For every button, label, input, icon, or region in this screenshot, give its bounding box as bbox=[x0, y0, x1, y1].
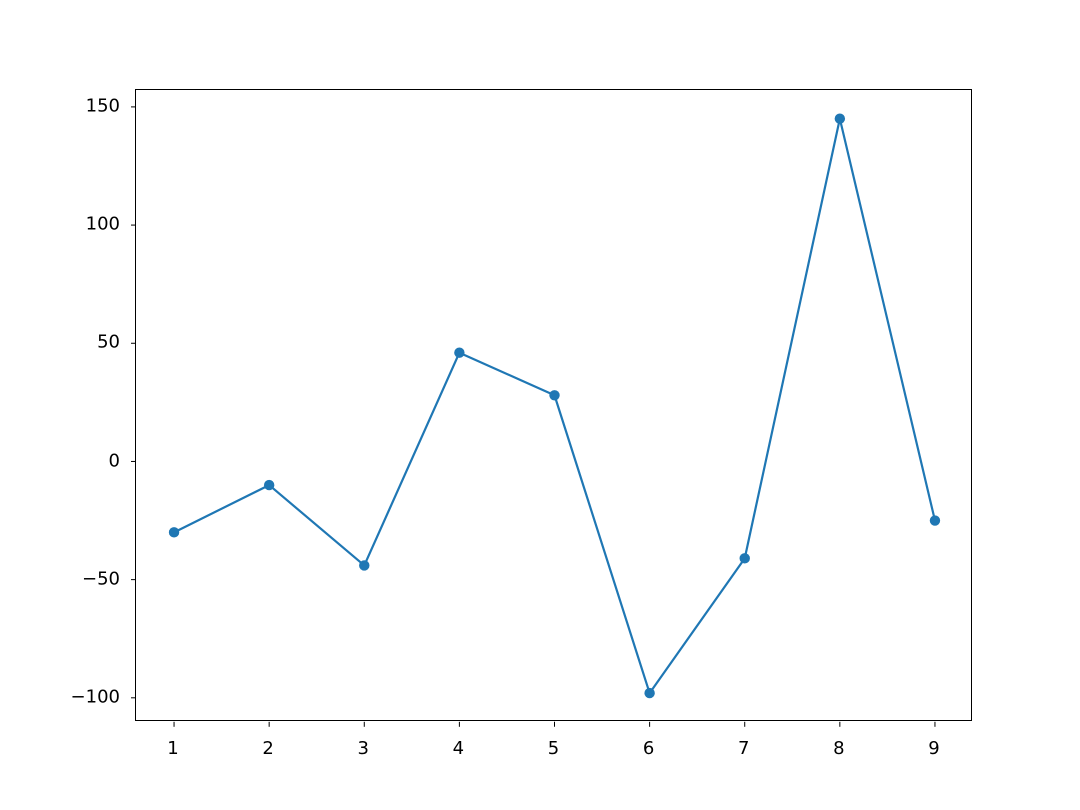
x-tick-label: 2 bbox=[262, 738, 273, 759]
data-point bbox=[930, 515, 940, 525]
y-tick-label: −50 bbox=[82, 568, 120, 589]
data-point bbox=[454, 348, 464, 358]
x-tick-label: 7 bbox=[738, 738, 749, 759]
y-tick-label: −100 bbox=[71, 686, 120, 707]
x-tick-label: 1 bbox=[167, 738, 178, 759]
y-tick-label: 50 bbox=[97, 332, 120, 353]
figure: 1 2 3 4 5 6 7 8 9 −100 −50 0 50 100 150 bbox=[0, 0, 1080, 810]
x-tick-label: 5 bbox=[548, 738, 559, 759]
x-tick-label: 6 bbox=[643, 738, 654, 759]
data-point bbox=[740, 553, 750, 563]
x-tick-label: 9 bbox=[928, 738, 939, 759]
data-point bbox=[835, 114, 845, 124]
data-point bbox=[359, 560, 369, 570]
y-tick-label: 150 bbox=[86, 96, 120, 117]
x-tick-label: 8 bbox=[833, 738, 844, 759]
data-point bbox=[549, 390, 559, 400]
series-line bbox=[174, 119, 935, 693]
data-point bbox=[169, 527, 179, 537]
data-point bbox=[264, 480, 274, 490]
y-tick-label: 0 bbox=[109, 450, 120, 471]
line-chart bbox=[136, 90, 973, 722]
plot-axes bbox=[135, 89, 972, 721]
y-tick-label: 100 bbox=[86, 214, 120, 235]
data-point bbox=[644, 688, 654, 698]
x-tick-label: 4 bbox=[453, 738, 464, 759]
x-tick-label: 3 bbox=[358, 738, 369, 759]
